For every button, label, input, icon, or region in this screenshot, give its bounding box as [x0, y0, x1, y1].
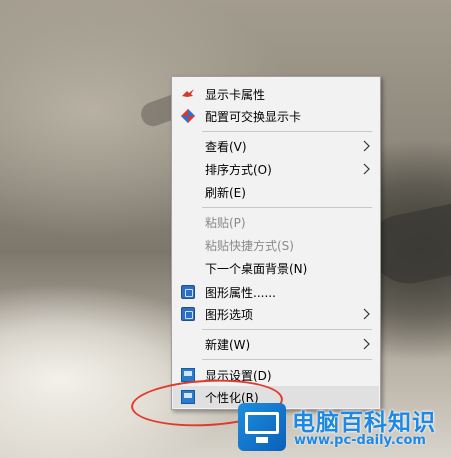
- menu-item-label: 粘贴(P): [205, 215, 246, 230]
- menu-item-next-desktop-background[interactable]: 下一个桌面背景(N): [173, 257, 379, 279]
- menu-item-paste-shortcut[interactable]: 粘贴快捷方式(S): [173, 234, 379, 256]
- site-watermark: 电脑百科知识 www.pc-daily.com: [238, 399, 451, 458]
- menu-item-graphics-card-properties[interactable]: 显示卡属性: [173, 83, 379, 105]
- menu-separator: [202, 131, 372, 132]
- menu-separator: [202, 329, 372, 330]
- menu-item-refresh[interactable]: 刷新(E): [173, 181, 379, 203]
- graphics-card-icon: [182, 89, 194, 97]
- menu-item-paste[interactable]: 粘贴(P): [173, 211, 379, 233]
- menu-item-switchable-graphics[interactable]: 配置可交换显示卡: [173, 105, 379, 127]
- menu-separator: [202, 207, 372, 208]
- menu-item-label: 排序方式(O): [205, 162, 272, 177]
- menu-item-graphics-options[interactable]: 图形选项: [173, 303, 379, 325]
- menu-item-new[interactable]: 新建(W): [173, 333, 379, 355]
- intel-graphics-icon: [181, 307, 195, 321]
- display-monitor-icon: [181, 368, 195, 382]
- menu-item-label: 下一个桌面背景(N): [205, 261, 308, 276]
- menu-item-sort-by[interactable]: 排序方式(O): [173, 158, 379, 180]
- watermark-title: 电脑百科知识: [292, 410, 436, 436]
- monitor-logo-icon: [238, 403, 286, 451]
- watermark-url: www.pc-daily.com: [294, 433, 426, 448]
- menu-item-view[interactable]: 查看(V): [173, 135, 379, 157]
- desktop-context-menu: 显示卡属性 配置可交换显示卡 查看(V) 排序方式(O) 刷新(E) 粘贴(P)…: [171, 76, 381, 410]
- menu-item-label: 显示卡属性: [205, 87, 266, 102]
- menu-item-graphics-properties[interactable]: 图形属性......: [173, 281, 379, 303]
- menu-item-label: 新建(W): [205, 337, 251, 352]
- menu-item-label: 图形选项: [205, 307, 254, 322]
- intel-graphics-icon: [181, 285, 195, 299]
- menu-item-label: 查看(V): [205, 139, 247, 154]
- menu-item-label: 配置可交换显示卡: [205, 109, 302, 124]
- chevron-right-icon: [363, 140, 370, 152]
- chevron-right-icon: [363, 163, 370, 175]
- menu-item-label: 图形属性......: [205, 285, 276, 300]
- chevron-right-icon: [363, 308, 370, 320]
- menu-separator: [202, 359, 372, 360]
- menu-item-label: 粘贴快捷方式(S): [205, 238, 294, 253]
- menu-item-label: 刷新(E): [205, 185, 246, 200]
- chevron-right-icon: [363, 338, 370, 350]
- switchable-graphics-icon: [181, 109, 195, 123]
